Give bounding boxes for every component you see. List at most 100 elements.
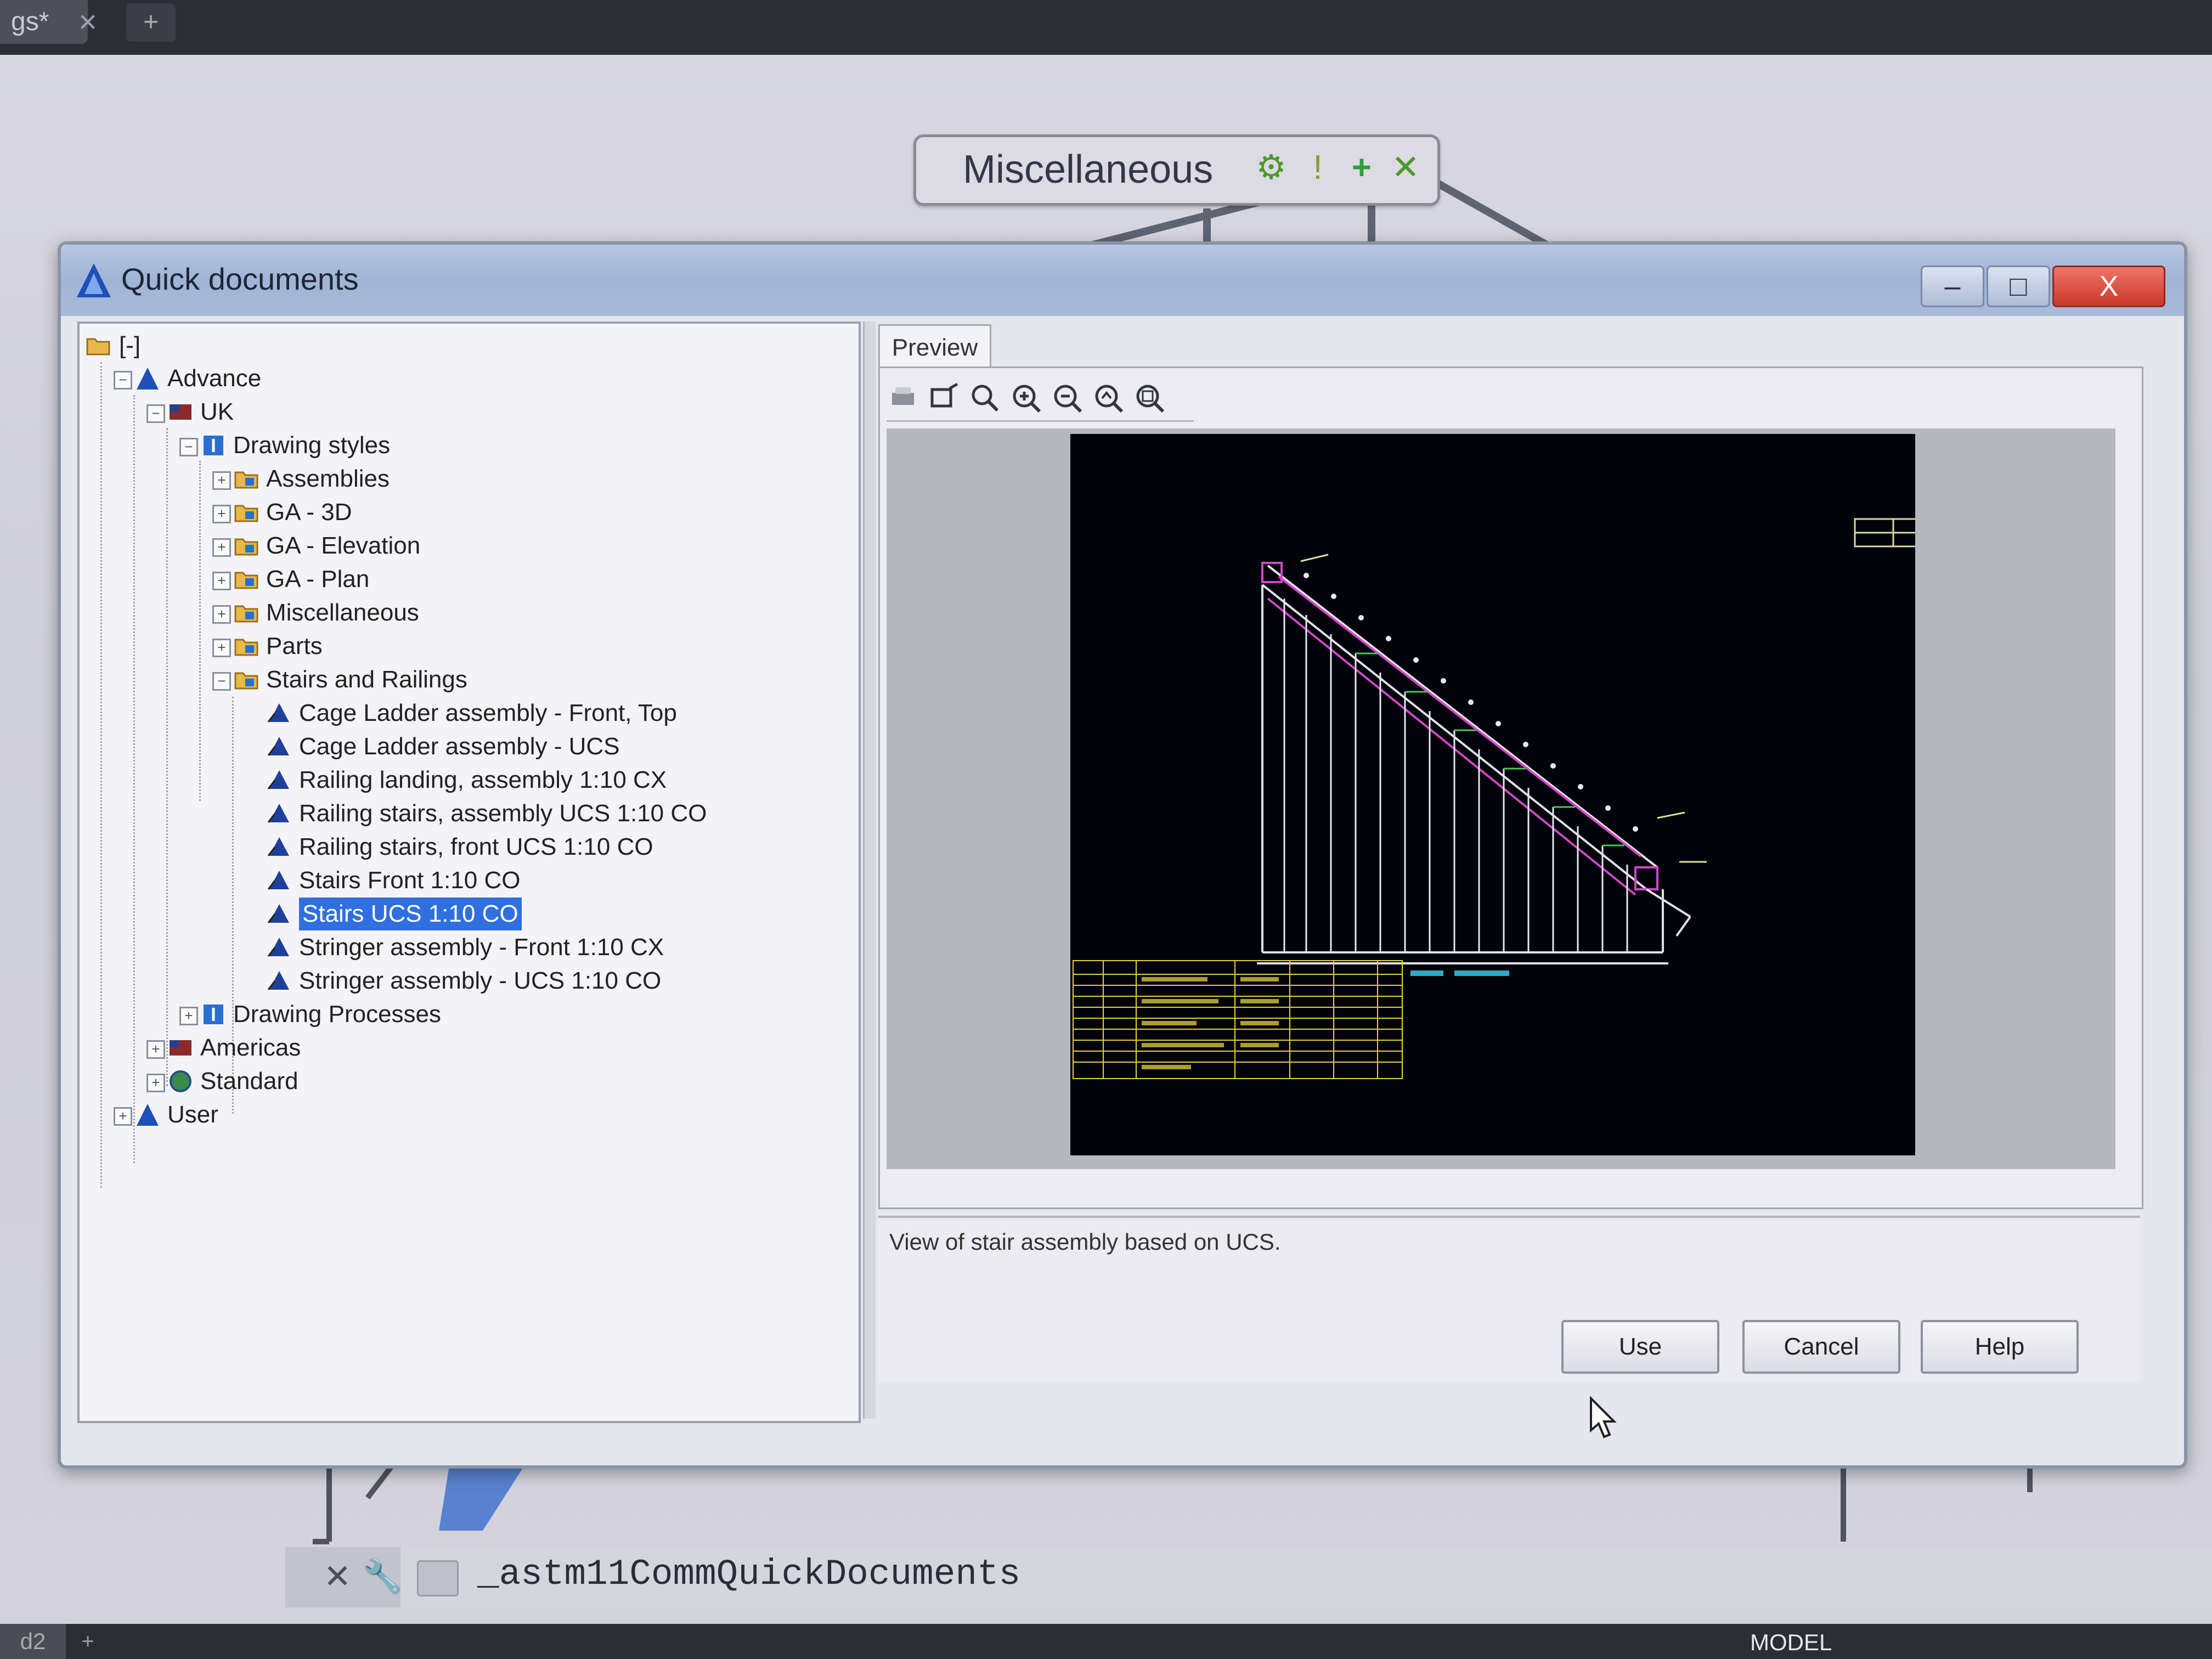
flag-icon <box>170 1040 191 1056</box>
document-tab-label: gs* <box>11 7 49 36</box>
command-line-controls: ✕ 🔧 <box>285 1547 403 1607</box>
zoom-out-icon[interactable] <box>1051 382 1084 415</box>
zoom-previous-icon[interactable] <box>1092 382 1125 415</box>
tree-item-label: Railing landing, assembly 1:10 CX <box>299 766 667 793</box>
close-icon[interactable]: ✕ <box>321 1560 354 1593</box>
mouse-cursor-icon <box>1590 1396 1617 1438</box>
preview-description: View of stair assembly based on UCS. <box>889 1229 1281 1255</box>
dialog-title-bar[interactable]: Quick documents – □ X <box>61 245 2184 316</box>
use-button[interactable]: Use <box>1561 1320 1719 1374</box>
widget-label: Miscellaneous <box>963 148 1214 191</box>
expand-icon[interactable]: + <box>212 538 231 557</box>
layout-tab[interactable]: d2 <box>0 1624 66 1659</box>
tree-item-label: Cage Ladder assembly - UCS <box>299 733 620 760</box>
model-space-indicator[interactable]: MODEL <box>1750 1629 1832 1656</box>
expand-icon[interactable]: + <box>212 505 231 523</box>
globe-icon <box>170 1070 191 1092</box>
annotation-group-widget[interactable]: Miscellaneous ⚙ ! + ✕ <box>913 134 1440 206</box>
stair-drawing-preview <box>1070 434 1915 1155</box>
tree-item-label: Standard <box>200 1068 298 1094</box>
close-button[interactable]: X <box>2052 266 2165 307</box>
collapse-icon[interactable]: − <box>146 404 165 423</box>
folder-icon <box>86 338 110 356</box>
stair-document-icon <box>267 804 289 823</box>
tree-item-label: Drawing styles <box>233 432 391 459</box>
tree-item-label: Stringer assembly - Front 1:10 CX <box>299 934 664 961</box>
zoom-window-icon[interactable] <box>928 382 961 415</box>
tree-item-label: Railing stairs, assembly UCS 1:10 CO <box>299 800 707 827</box>
add-layout-button[interactable]: + <box>71 1629 104 1654</box>
tree-item-label: Stairs Front 1:10 CO <box>299 867 521 894</box>
panel-splitter[interactable] <box>863 321 876 1419</box>
pin-icon[interactable]: ! <box>1300 150 1335 185</box>
expand-icon[interactable]: + <box>212 572 231 590</box>
zoom-extents-icon[interactable] <box>1133 382 1166 415</box>
status-bar: d2 + MODEL <box>0 1624 2212 1659</box>
close-tab-icon[interactable]: ✕ <box>77 11 99 35</box>
maximize-button[interactable]: □ <box>1987 266 2050 307</box>
print-icon[interactable] <box>887 382 919 415</box>
advance-logo-icon <box>137 1104 159 1126</box>
tree-guide-line <box>133 395 135 1163</box>
use-button-label: Use <box>1618 1333 1662 1360</box>
stair-document-icon <box>267 904 289 923</box>
tree-item-label: GA - 3D <box>266 499 352 526</box>
tree-item-label: Advance <box>167 365 262 392</box>
expand-icon[interactable]: + <box>114 1107 132 1126</box>
collapse-icon[interactable]: − <box>179 438 198 456</box>
close-icon[interactable]: ✕ <box>1388 150 1423 185</box>
style-folder-icon <box>204 436 223 455</box>
folder-icon <box>234 605 258 623</box>
stair-document-icon <box>267 837 289 856</box>
folder-icon <box>234 538 258 556</box>
advance-steel-logo-icon <box>77 263 111 297</box>
tree-root-label: [-] <box>119 332 141 359</box>
help-button-label: Help <box>1974 1333 2025 1360</box>
stair-document-icon <box>267 871 289 890</box>
cancel-button[interactable]: Cancel <box>1742 1320 1900 1374</box>
new-tab-button[interactable]: + <box>126 3 176 42</box>
zoom-realtime-icon[interactable] <box>969 382 1002 415</box>
dialog-title: Quick documents <box>121 262 359 296</box>
add-icon[interactable]: + <box>1344 150 1379 185</box>
tab-preview[interactable]: Preview <box>878 324 991 370</box>
command-text: _astm11CommQuickDocuments <box>477 1554 1021 1595</box>
preview-viewport[interactable] <box>887 428 2115 1169</box>
gear-icon[interactable]: ⚙ <box>1254 150 1289 185</box>
minimize-icon: – <box>1944 270 1961 302</box>
expand-icon[interactable]: + <box>146 1040 165 1059</box>
collapse-icon[interactable]: − <box>212 672 231 691</box>
expand-icon[interactable]: + <box>212 605 231 624</box>
expand-icon[interactable]: + <box>146 1074 165 1092</box>
stair-document-icon <box>267 703 289 723</box>
command-prompt-icon[interactable] <box>417 1560 459 1596</box>
tree-item-label: Assemblies <box>266 465 390 492</box>
tree-item-label: Stairs and Railings <box>266 666 467 693</box>
quick-documents-dialog: Quick documents – □ X [-] − Advance − UK − Dr… <box>58 241 2187 1469</box>
zoom-in-icon[interactable] <box>1010 382 1043 415</box>
wrench-icon[interactable]: 🔧 <box>362 1560 403 1593</box>
minimize-button[interactable]: – <box>1921 266 1984 307</box>
expand-icon[interactable]: + <box>179 1007 198 1025</box>
folder-icon <box>234 505 258 522</box>
expand-icon[interactable]: + <box>212 639 231 657</box>
stair-document-icon <box>267 737 289 756</box>
document-tree[interactable]: [-] − Advance − UK − Drawing styles + Assemblie… <box>77 321 861 1423</box>
tab-preview-label: Preview <box>891 334 978 361</box>
close-icon: X <box>2099 270 2119 302</box>
preview-toolbar <box>887 376 1194 422</box>
tree-item-label: Parts <box>266 633 323 659</box>
document-tab[interactable]: gs* <box>0 0 88 44</box>
tree-item-label: Americas <box>200 1034 301 1061</box>
tree-item-label: Cage Ladder assembly - Front, Top <box>299 699 677 726</box>
tree-item-label: UK <box>200 398 234 425</box>
advance-logo-icon <box>137 368 159 390</box>
preview-panel <box>878 366 2143 1209</box>
folder-icon <box>234 639 258 656</box>
command-line[interactable]: ✕ 🔧 _astm11CommQuickDocuments <box>285 1547 2212 1607</box>
collapse-icon[interactable]: − <box>114 371 132 390</box>
document-tab-bar: gs* ✕ + <box>0 0 2212 55</box>
expand-icon[interactable]: + <box>212 471 231 490</box>
tree-item-label: GA - Plan <box>266 566 370 592</box>
help-button[interactable]: Help <box>1921 1320 2079 1374</box>
